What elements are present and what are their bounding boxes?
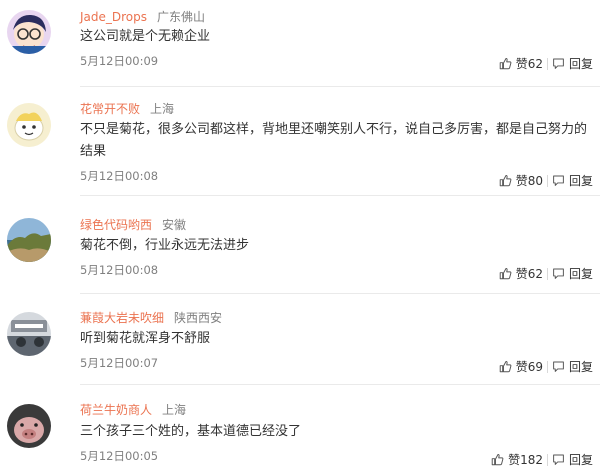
action-divider xyxy=(546,267,548,280)
comment-meta: 荷兰牛奶商人 上海 xyxy=(80,401,186,418)
comment-meta: 绿色代码哟西 安徽 xyxy=(80,216,186,233)
location-label: 广东佛山 xyxy=(157,10,206,24)
avatar[interactable] xyxy=(7,10,51,54)
timestamp: 5月12日00:09 xyxy=(80,54,159,68)
comment-meta: 蒹葭大岩未吹细 陕西西安 xyxy=(80,309,222,326)
reply-label: 回复 xyxy=(568,360,593,374)
action-divider xyxy=(546,57,548,70)
timestamp: 5月12日00:05 xyxy=(80,449,159,463)
action-divider xyxy=(546,174,548,187)
reply-button[interactable]: 回复 xyxy=(552,358,593,375)
comment-meta: Jade_Drops 广东佛山 xyxy=(80,8,205,25)
comment-item: 蒹葭大岩未吹细 陕西西安 听到菊花就浑身不舒服 5月12日00:07 赞69 回复 xyxy=(0,294,600,386)
reply-button[interactable]: 回复 xyxy=(552,451,593,468)
like-count: 赞69 xyxy=(515,360,543,374)
username-link[interactable]: 蒹葭大岩未吹细 xyxy=(80,311,164,325)
action-divider xyxy=(546,360,548,373)
like-button[interactable]: 赞182 xyxy=(491,451,543,468)
username-link[interactable]: 绿色代码哟西 xyxy=(80,218,152,232)
location-label: 陕西西安 xyxy=(174,311,223,325)
reply-icon xyxy=(553,175,564,186)
divider xyxy=(80,384,600,385)
timestamp: 5月12日00:08 xyxy=(80,263,159,277)
divider xyxy=(80,195,600,196)
like-count: 赞62 xyxy=(515,267,543,281)
username-link[interactable]: 花常开不败 xyxy=(80,102,140,116)
timestamp: 5月12日00:07 xyxy=(80,356,159,370)
thumbs-up-icon xyxy=(499,361,512,373)
avatar-image xyxy=(7,10,51,54)
like-button[interactable]: 赞62 xyxy=(499,265,543,282)
like-button[interactable]: 赞80 xyxy=(499,172,543,189)
thumbs-up-icon xyxy=(499,268,512,280)
like-count: 赞182 xyxy=(508,453,543,467)
comment-actions: 赞80 回复 xyxy=(499,172,593,189)
comment-item: 绿色代码哟西 安徽 菊花不倒，行业永远无法进步 5月12日00:08 赞62 回复 xyxy=(0,198,600,294)
like-button[interactable]: 赞69 xyxy=(499,358,543,375)
location-label: 上海 xyxy=(150,102,175,116)
divider xyxy=(80,86,600,87)
avatar-image xyxy=(7,103,51,147)
avatar[interactable] xyxy=(7,103,51,147)
location-label: 安徽 xyxy=(162,218,187,232)
comment-text: 听到菊花就浑身不舒服 xyxy=(80,331,211,346)
comment-meta: 花常开不败 上海 xyxy=(80,100,174,117)
reply-button[interactable]: 回复 xyxy=(552,172,593,189)
comment-item: Jade_Drops 广东佛山 这公司就是个无赖企业 5月12日00:09 赞62… xyxy=(0,0,600,88)
like-button[interactable]: 赞62 xyxy=(499,55,543,72)
avatar[interactable] xyxy=(7,218,51,262)
avatar[interactable] xyxy=(7,404,51,448)
thumbs-up-icon xyxy=(491,454,504,466)
action-divider xyxy=(546,453,548,466)
location-label: 上海 xyxy=(162,403,187,417)
timestamp: 5月12日00:08 xyxy=(80,169,159,183)
like-count: 赞62 xyxy=(515,57,543,71)
username-link[interactable]: Jade_Drops xyxy=(80,10,147,24)
username-link[interactable]: 荷兰牛奶商人 xyxy=(80,403,152,417)
comment-text: 三个孩子三个姓的，基本道德已经没了 xyxy=(80,424,302,439)
comment-text: 这公司就是个无赖企业 xyxy=(80,29,211,44)
reply-icon xyxy=(553,361,564,372)
reply-button[interactable]: 回复 xyxy=(552,265,593,282)
reply-label: 回复 xyxy=(568,453,593,467)
comment-actions: 赞69 回复 xyxy=(499,358,593,375)
reply-button[interactable]: 回复 xyxy=(552,55,593,72)
comment-item: 花常开不败 上海 不只是菊花，很多公司都这样，背地里还嘲笑别人不行，说自己多厉害，… xyxy=(0,88,600,198)
reply-label: 回复 xyxy=(568,267,593,281)
comment-text: 不只是菊花，很多公司都这样，背地里还嘲笑别人不行，说自己多厉害，都是自己努力的结… xyxy=(80,122,588,159)
comment-text: 菊花不倒，行业永远无法进步 xyxy=(80,238,250,253)
avatar-image xyxy=(7,218,51,262)
avatar[interactable] xyxy=(7,312,51,356)
like-count: 赞80 xyxy=(515,174,543,188)
avatar-image xyxy=(7,404,51,448)
thumbs-up-icon xyxy=(499,175,512,187)
reply-label: 回复 xyxy=(568,57,593,71)
avatar-image xyxy=(7,312,51,356)
comment-item: 荷兰牛奶商人 上海 三个孩子三个姓的，基本道德已经没了 5月12日00:05 赞1… xyxy=(0,386,600,469)
comment-actions: 赞182 回复 xyxy=(491,451,593,468)
reply-icon xyxy=(553,58,564,69)
reply-icon xyxy=(553,454,564,465)
comment-actions: 赞62 回复 xyxy=(499,55,593,72)
reply-label: 回复 xyxy=(568,174,593,188)
thumbs-up-icon xyxy=(499,58,512,70)
comment-actions: 赞62 回复 xyxy=(499,265,593,282)
reply-icon xyxy=(553,268,564,279)
